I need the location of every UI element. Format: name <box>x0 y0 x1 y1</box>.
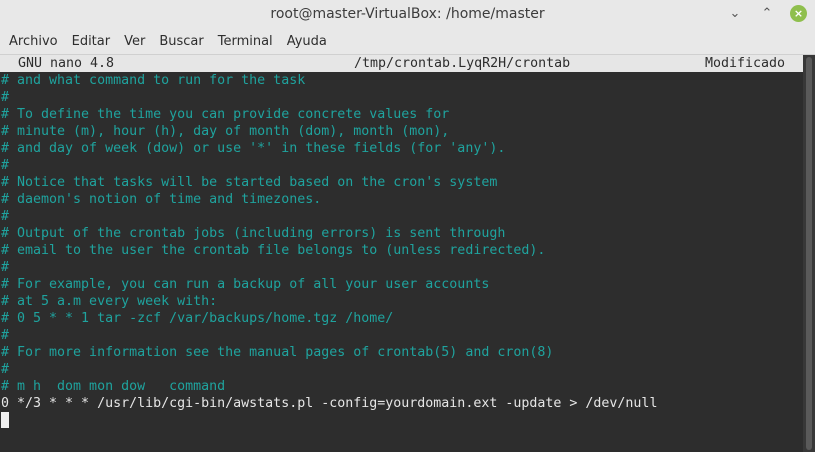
editor-line: # To define the time you can provide con… <box>1 107 450 122</box>
editor-line: # <box>0 89 803 106</box>
editor-line: # daemon's notion of time and timezones. <box>1 192 322 207</box>
menu-item-archivo[interactable]: Archivo <box>0 34 65 49</box>
editor-line: # <box>1 209 10 224</box>
editor-line: # <box>1 260 10 275</box>
title-bar[interactable]: root@master-VirtualBox: /home/master ⌄ ⌃… <box>0 0 815 28</box>
editor-line: # email to the user the crontab file bel… <box>1 243 546 258</box>
window-title: root@master-VirtualBox: /home/master <box>270 6 545 22</box>
chevron-up-icon: ⌃ <box>761 5 773 21</box>
minimize-button[interactable]: ⌄ <box>726 4 744 22</box>
terminal-content[interactable]: GNU nano 4.8 /tmp/crontab.LyqR2H/crontab… <box>0 55 803 452</box>
editor-line: # Output of the crontab jobs (including … <box>1 226 506 241</box>
editor-line: # and day of week (dow) or use '*' in th… <box>1 141 506 156</box>
editor-line: # For more information see the manual pa… <box>1 345 554 360</box>
editor-line: # and what command to run for the task <box>1 73 306 88</box>
editor-line: # <box>1 362 10 377</box>
editor-line: # <box>1 328 10 343</box>
scrollbar-thumb[interactable] <box>806 57 812 450</box>
menu-item-buscar[interactable]: Buscar <box>152 34 210 49</box>
maximize-button[interactable]: ⌃ <box>758 4 776 22</box>
cron-command-line: 0 */3 * * * /usr/lib/cgi-bin/awstats.pl … <box>1 396 658 411</box>
nano-version: GNU nano 4.8 <box>18 56 115 71</box>
editor-line: # For example, you can run a backup of a… <box>1 277 490 292</box>
nano-status: Modificado <box>705 56 786 71</box>
nano-title-bar: GNU nano 4.8 /tmp/crontab.LyqR2H/crontab… <box>0 55 803 72</box>
scrollbar[interactable] <box>803 55 815 452</box>
nano-filename: /tmp/crontab.LyqR2H/crontab <box>354 56 571 71</box>
close-icon: × <box>793 6 804 20</box>
menu-item-ayuda[interactable]: Ayuda <box>280 34 334 49</box>
text-cursor <box>1 412 9 428</box>
menu-item-ver[interactable]: Ver <box>117 34 152 49</box>
chevron-down-icon: ⌄ <box>729 5 741 21</box>
editor-line: # <box>1 158 10 173</box>
menu-item-editar[interactable]: Editar <box>65 34 118 49</box>
menu-bar: Archivo Editar Ver Buscar Terminal Ayuda <box>0 28 815 55</box>
terminal-window: root@master-VirtualBox: /home/master ⌄ ⌃… <box>0 0 815 452</box>
editor-line: # minute (m), hour (h), day of month (do… <box>1 124 450 139</box>
menu-item-terminal[interactable]: Terminal <box>211 34 280 49</box>
editor-line: # m h dom mon dow command <box>1 379 226 394</box>
close-button[interactable]: × <box>790 4 807 22</box>
editor-line: # 0 5 * * 1 tar -zcf /var/backups/home.t… <box>1 311 394 326</box>
editor-line: # Notice that tasks will be started base… <box>1 175 498 190</box>
editor-line: # at 5 a.m every week with: <box>1 294 218 309</box>
cursor-line <box>0 412 803 429</box>
window-controls: ⌄ ⌃ × <box>726 4 807 22</box>
